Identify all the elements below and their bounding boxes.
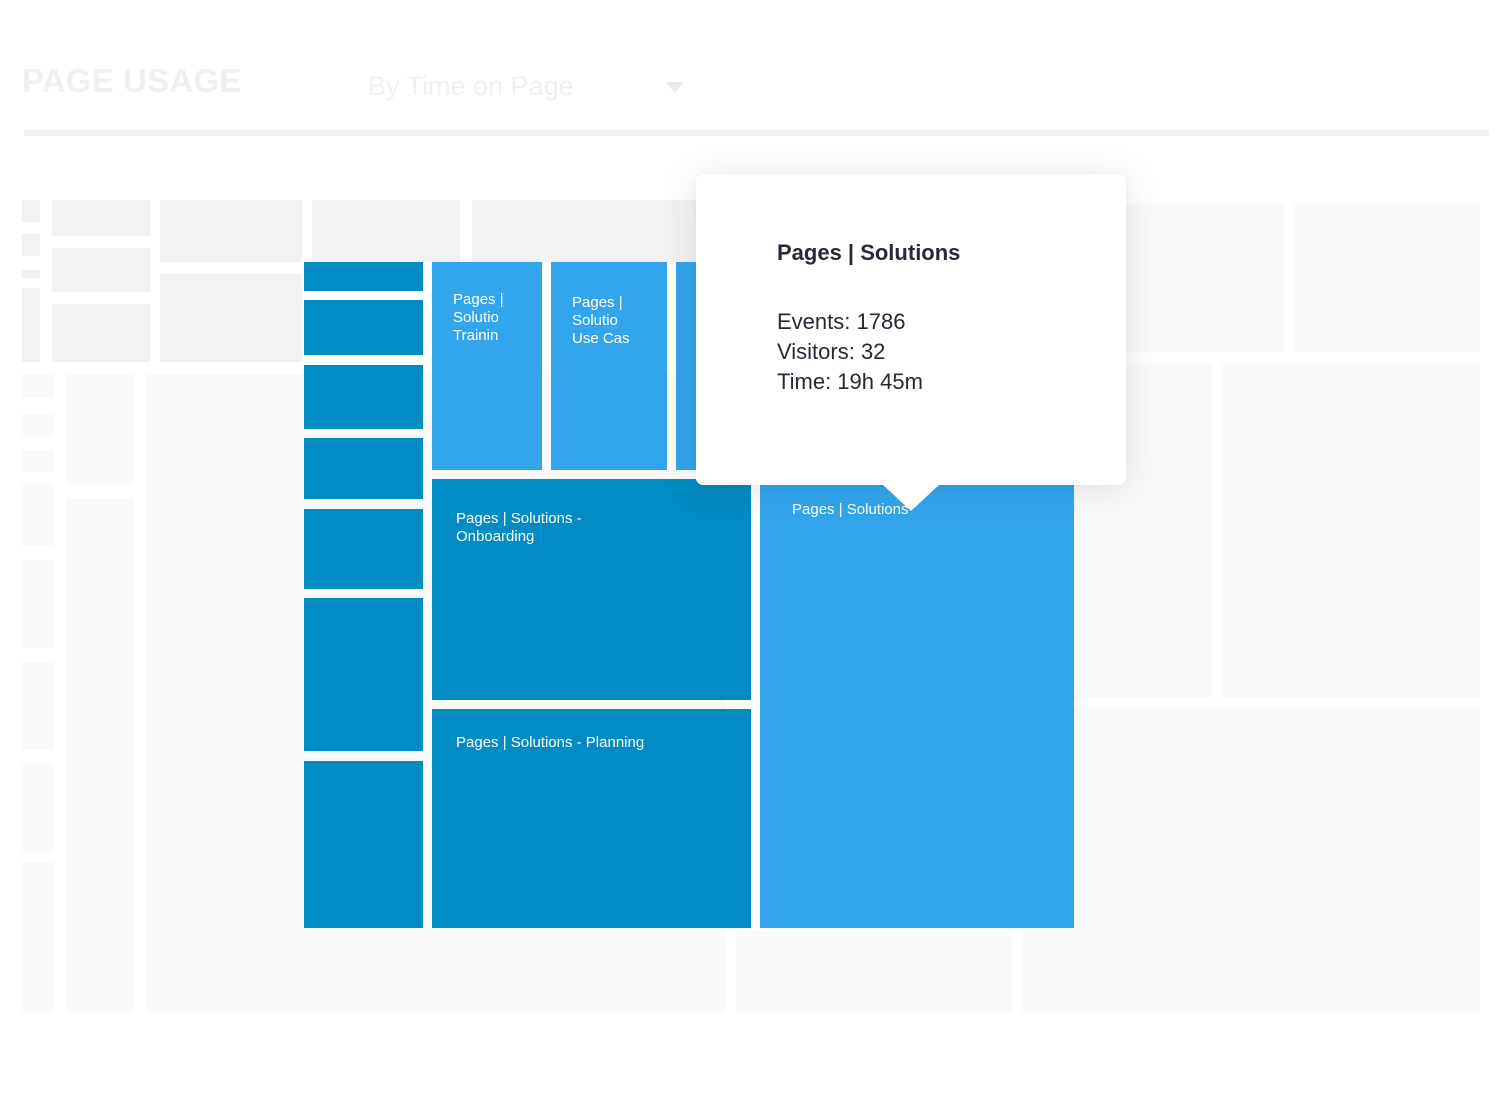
tooltip-title: Pages | Solutions (777, 240, 961, 265)
treemap-tile[interactable] (304, 761, 423, 928)
treemap-tile-solutions[interactable]: Pages | Solutions (760, 480, 1074, 928)
tile-label: Pages | Solutio Use Cas (572, 294, 630, 347)
tooltip-events: Events: 1786 (777, 309, 906, 334)
treemap-tile-planning[interactable]: Pages | Solutions - Planning (432, 709, 751, 928)
tooltip-stats: Events: 1786 Visitors: 32 Time: 19h 45m (777, 307, 923, 397)
ghost-tile (22, 270, 40, 278)
tooltip-visitors: Visitors: 32 (777, 339, 886, 364)
treemap-tile[interactable] (304, 365, 423, 429)
ghost-tile (1022, 708, 1480, 1012)
ghost-tile (22, 374, 54, 398)
ghost-tile (1294, 204, 1480, 352)
ghost-tile (22, 560, 54, 648)
ghost-tile (22, 288, 40, 362)
ghost-tile (22, 484, 54, 546)
ghost-tile (66, 498, 134, 1012)
ghost-tile (22, 662, 54, 750)
tile-label: Pages | Solutio Trainin (453, 291, 504, 344)
ghost-tile (52, 200, 150, 236)
tile-label: Pages | Solutions - Planning (456, 734, 645, 751)
tile-label: Pages | Solutions - Onboarding (456, 510, 582, 545)
treemap-tile[interactable] (304, 509, 423, 589)
page-title: PAGE USAGE (22, 62, 242, 99)
ghost-tile (160, 200, 302, 262)
sort-dropdown[interactable]: By Time on Page (368, 64, 688, 108)
ghost-tile (472, 200, 702, 262)
treemap-tile[interactable] (304, 598, 423, 751)
treemap-tile-training[interactable]: Pages | Solutio Trainin (432, 262, 542, 470)
treemap-tile[interactable] (304, 262, 423, 291)
treemap-tile[interactable] (304, 438, 423, 499)
ghost-tile (1222, 364, 1480, 698)
header-divider (24, 130, 1489, 136)
ghost-tile (312, 200, 460, 262)
ghost-tile (52, 304, 150, 362)
treemap-tooltip: Pages | Solutions Events: 1786 Visitors:… (696, 174, 1126, 511)
ghost-tile (22, 764, 54, 852)
ghost-tile (22, 234, 40, 256)
ghost-tile (736, 930, 1012, 1012)
treemap-tile-use-cases[interactable]: Pages | Solutio Use Cas (551, 262, 667, 470)
sort-dropdown-value: By Time on Page (368, 70, 574, 101)
treemap-tile-onboarding[interactable]: Pages | Solutions - Onboarding (432, 479, 751, 700)
tooltip-time: Time: 19h 45m (777, 369, 923, 394)
caret-down-icon (666, 82, 684, 93)
ghost-tile (22, 200, 40, 222)
ghost-tile (1120, 204, 1284, 352)
ghost-tile (52, 248, 150, 292)
ghost-tile (22, 414, 54, 436)
ghost-tile (22, 450, 54, 472)
treemap-tile[interactable] (304, 300, 423, 355)
ghost-tile (22, 862, 54, 1012)
tooltip-arrow (882, 484, 940, 511)
ghost-tile (66, 374, 134, 484)
ghost-tile (160, 274, 302, 362)
